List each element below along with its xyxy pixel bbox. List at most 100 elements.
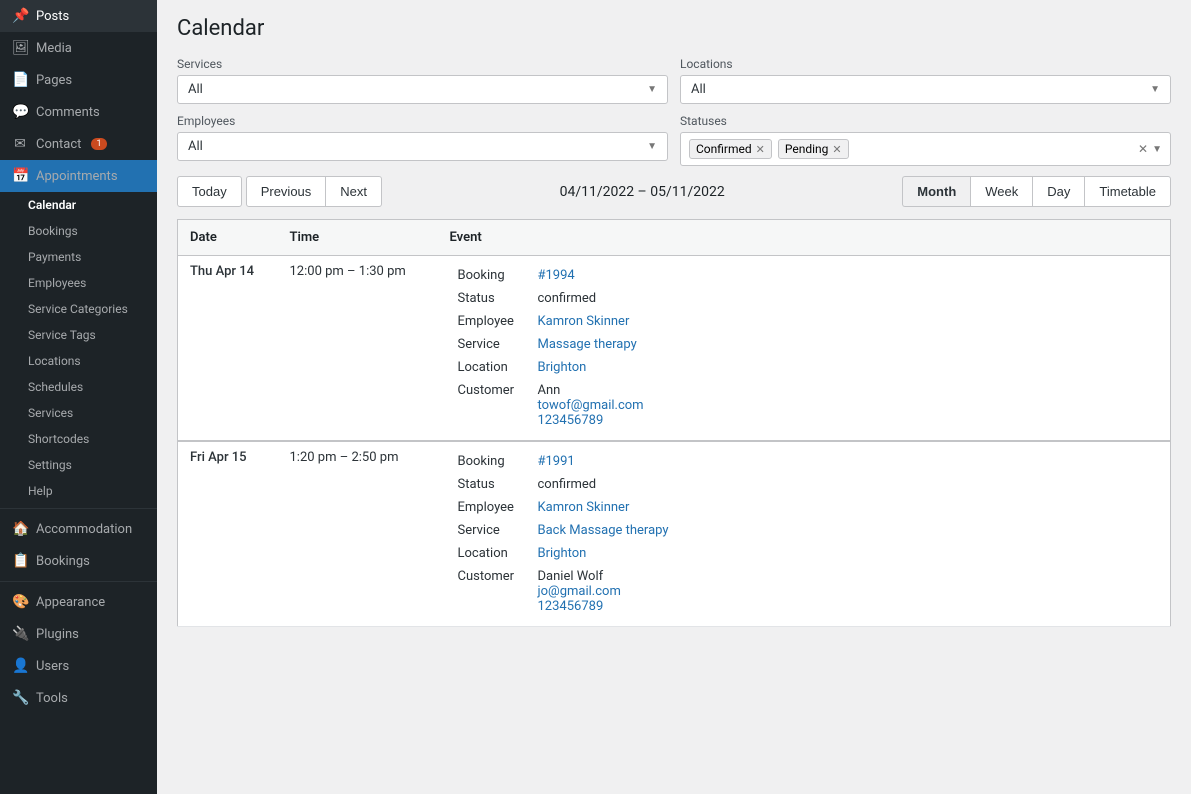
services-select[interactable]: All ▼ — [177, 75, 668, 104]
sidebar-item-plugins[interactable]: 🔌 Plugins — [0, 618, 157, 650]
sidebar-divider-2 — [0, 581, 157, 582]
sidebar-item-pages[interactable]: 📄 Pages — [0, 64, 157, 96]
employees-chevron-icon: ▼ — [647, 141, 657, 152]
appointments-icon: 📅 — [12, 168, 28, 184]
sidebar-item-label: Pages — [36, 73, 72, 88]
sidebar-sub-payments[interactable]: Payments — [0, 244, 157, 270]
col-date: Date — [178, 220, 278, 256]
event-employee-row: Employee Kamron Skinner — [450, 310, 1159, 333]
event-employee-row: Employee Kamron Skinner — [450, 496, 1159, 519]
locations-value: All — [691, 82, 706, 97]
location-link[interactable]: Brighton — [538, 546, 587, 561]
view-week-button[interactable]: Week — [970, 176, 1032, 207]
status-tag-confirmed: Confirmed ✕ — [689, 139, 772, 159]
sidebar-item-contact[interactable]: ✉ Contact 1 — [0, 128, 157, 160]
employee-link[interactable]: Kamron Skinner — [538, 314, 630, 329]
sidebar-item-appointments[interactable]: 📅 Appointments — [0, 160, 157, 192]
event-service-row: Service Massage therapy — [450, 333, 1159, 356]
customer-email-link[interactable]: jo@gmail.com — [538, 584, 621, 599]
tools-icon: 🔧 — [12, 690, 28, 706]
plugins-icon: 🔌 — [12, 626, 28, 642]
service-link[interactable]: Back Massage therapy — [538, 523, 669, 538]
event-cell: Booking #1994 Status confirmed Employee … — [438, 256, 1171, 442]
sidebar-sub-services[interactable]: Services — [0, 400, 157, 426]
sidebar-sub-service-tags[interactable]: Service Tags — [0, 322, 157, 348]
event-customer-row: Customer Ann towof@gmail.com 123456789 — [450, 379, 1159, 432]
table-row: Thu Apr 14 12:00 pm – 1:30 pm Booking #1… — [178, 256, 1171, 442]
statuses-actions: ✕ ▼ — [1138, 142, 1162, 156]
employees-label: Employees — [177, 114, 668, 128]
view-day-button[interactable]: Day — [1032, 176, 1084, 207]
view-timetable-button[interactable]: Timetable — [1084, 176, 1171, 207]
previous-button[interactable]: Previous — [246, 176, 327, 207]
sidebar-item-label: Users — [36, 659, 69, 674]
sidebar-sub-shortcodes[interactable]: Shortcodes — [0, 426, 157, 452]
pending-tag-close[interactable]: ✕ — [832, 143, 841, 156]
event-status-row: Status confirmed — [450, 473, 1159, 496]
sidebar-sub-settings[interactable]: Settings — [0, 452, 157, 478]
sidebar-item-label: Appearance — [36, 595, 105, 610]
sidebar-item-media[interactable]: 🖼 Media — [0, 32, 157, 64]
location-link[interactable]: Brighton — [538, 360, 587, 375]
statuses-clear-button[interactable]: ✕ — [1138, 142, 1148, 156]
customer-email-link[interactable]: towof@gmail.com — [538, 398, 644, 413]
sidebar-item-posts[interactable]: 📌 Posts — [0, 0, 157, 32]
bookings-b-icon: 📋 — [12, 553, 28, 569]
calendar-nav: Today Previous Next 04/11/2022 – 05/11/2… — [177, 176, 1171, 207]
status-tag-pending: Pending ✕ — [778, 139, 849, 159]
booking-label: Booking — [450, 450, 530, 473]
next-button[interactable]: Next — [326, 176, 382, 207]
booking-link[interactable]: #1991 — [538, 454, 575, 469]
customer-phone-link[interactable]: 123456789 — [538, 599, 604, 614]
customer-label: Customer — [450, 379, 530, 432]
event-booking-row: Booking #1994 — [450, 264, 1159, 287]
sidebar-item-label: Bookings — [36, 554, 90, 569]
locations-select[interactable]: All ▼ — [680, 75, 1171, 104]
statuses-chevron-icon[interactable]: ▼ — [1152, 144, 1162, 155]
view-buttons: Month Week Day Timetable — [902, 176, 1171, 207]
location-label: Location — [450, 356, 530, 379]
employee-link[interactable]: Kamron Skinner — [538, 500, 630, 515]
sidebar-sub-service-categories[interactable]: Service Categories — [0, 296, 157, 322]
statuses-label: Statuses — [680, 114, 1171, 128]
sidebar-item-accommodation[interactable]: 🏠 Accommodation — [0, 513, 157, 545]
pending-tag-label: Pending — [785, 142, 829, 156]
event-customer-row: Customer Daniel Wolf jo@gmail.com 123456… — [450, 565, 1159, 618]
sidebar-item-label: Media — [36, 41, 72, 56]
col-event: Event — [438, 220, 1171, 256]
location-value: Brighton — [530, 356, 1159, 379]
statuses-select[interactable]: Confirmed ✕ Pending ✕ ✕ ▼ — [680, 132, 1171, 166]
service-value: Back Massage therapy — [530, 519, 1159, 542]
customer-phone-link[interactable]: 123456789 — [538, 413, 604, 428]
sidebar-item-users[interactable]: 👤 Users — [0, 650, 157, 682]
table-row: Fri Apr 15 1:20 pm – 2:50 pm Booking #19… — [178, 441, 1171, 627]
status-label: Status — [450, 473, 530, 496]
sidebar-item-tools[interactable]: 🔧 Tools — [0, 682, 157, 714]
view-month-button[interactable]: Month — [902, 176, 970, 207]
employee-value: Kamron Skinner — [530, 496, 1159, 519]
sidebar-item-comments[interactable]: 💬 Comments — [0, 96, 157, 128]
event-location-row: Location Brighton — [450, 356, 1159, 379]
booking-link[interactable]: #1994 — [538, 268, 575, 283]
locations-filter: Locations All ▼ — [680, 57, 1171, 104]
sidebar-sub-calendar[interactable]: Calendar — [0, 192, 157, 218]
filters-row-1: Services All ▼ Locations All ▼ — [177, 57, 1171, 104]
appearance-icon: 🎨 — [12, 594, 28, 610]
sidebar-sub-bookings[interactable]: Bookings — [0, 218, 157, 244]
sidebar-sub-schedules[interactable]: Schedules — [0, 374, 157, 400]
event-status-row: Status confirmed — [450, 287, 1159, 310]
date-cell: Fri Apr 15 — [178, 441, 278, 627]
employees-select[interactable]: All ▼ — [177, 132, 668, 161]
sidebar-item-bookings-b[interactable]: 📋 Bookings — [0, 545, 157, 577]
today-button[interactable]: Today — [177, 176, 242, 207]
sidebar-sub-employees[interactable]: Employees — [0, 270, 157, 296]
service-value: Massage therapy — [530, 333, 1159, 356]
sidebar-sub-locations[interactable]: Locations — [0, 348, 157, 374]
sidebar-item-appearance[interactable]: 🎨 Appearance — [0, 586, 157, 618]
sidebar-sub-help[interactable]: Help — [0, 478, 157, 504]
service-link[interactable]: Massage therapy — [538, 337, 637, 352]
page-title: Calendar — [177, 16, 1171, 41]
confirmed-tag-close[interactable]: ✕ — [756, 143, 765, 156]
pages-icon: 📄 — [12, 72, 28, 88]
employee-value: Kamron Skinner — [530, 310, 1159, 333]
